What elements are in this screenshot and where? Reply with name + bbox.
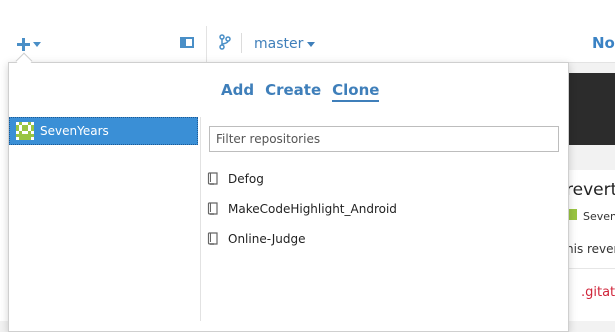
repo-icon — [207, 232, 218, 245]
divider — [569, 268, 615, 269]
tab-clone[interactable]: Clone — [332, 81, 380, 102]
repo-name: MakeCodeHighlight_Android — [228, 202, 397, 216]
branch-icon — [219, 34, 231, 54]
commit-message: his rever — [566, 242, 615, 256]
plus-icon — [17, 37, 30, 51]
add-repository-button[interactable] — [17, 34, 41, 54]
chevron-down-icon — [33, 41, 41, 47]
filter-repositories-input[interactable] — [209, 126, 559, 152]
repository-list: Defog MakeCodeHighlight_Android Online-J… — [205, 164, 397, 254]
account-list: SevenYears — [9, 117, 201, 321]
repo-name: Defog — [228, 172, 264, 186]
account-name: SevenYears — [40, 124, 109, 138]
branch-selector[interactable]: master — [254, 35, 316, 53]
changed-file[interactable]: .gitat — [581, 285, 615, 300]
background-sidebar — [0, 62, 8, 321]
popover-tabs: Add Create Clone — [221, 81, 380, 102]
toolbar: master No — [0, 0, 615, 63]
toolbar-right-label[interactable]: No — [592, 34, 615, 52]
tab-create[interactable]: Create — [265, 81, 321, 102]
account-item-sevenyears[interactable]: SevenYears — [9, 117, 198, 145]
commit-title: revert ' — [566, 180, 615, 200]
repo-name: Online-Judge — [228, 232, 306, 246]
background-commit-graph — [569, 73, 615, 145]
toolbar-divider — [206, 26, 207, 62]
repo-icon — [207, 202, 218, 215]
branch-label: master — [254, 36, 304, 52]
sidebar-toggle-icon[interactable] — [180, 37, 194, 48]
branch-divider — [241, 33, 242, 53]
tab-add[interactable]: Add — [221, 81, 254, 102]
list-item[interactable]: MakeCodeHighlight_Android — [205, 194, 397, 224]
chevron-down-icon — [307, 41, 316, 47]
identicon-avatar — [16, 122, 34, 140]
repo-icon — [207, 172, 218, 185]
list-item[interactable]: Defog — [205, 164, 397, 194]
commit-author: Seven — [583, 210, 615, 223]
list-item[interactable]: Online-Judge — [205, 224, 397, 254]
